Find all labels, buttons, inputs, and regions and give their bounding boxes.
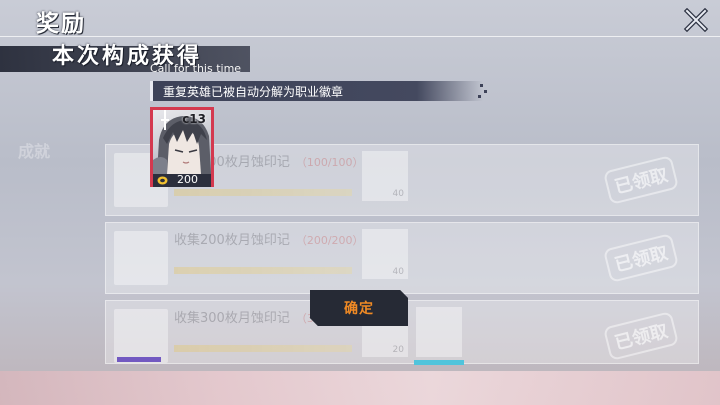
close-button[interactable]: [683, 7, 709, 33]
sword-icon: [161, 110, 169, 130]
notice-text: 重复英雄已被自动分解为职业徽章: [163, 85, 344, 99]
task-title: 收集200枚月蚀印记: [174, 233, 290, 248]
task-title: 收集300枚月蚀印记: [174, 311, 290, 326]
claimed-stamp: 已领取: [602, 155, 680, 205]
side-ghost-text: 成就: [18, 142, 51, 161]
page-title: 奖励: [36, 11, 86, 37]
pixel-decoration: [480, 84, 483, 87]
task-reward-count: 40: [392, 267, 404, 277]
accent-bar: [414, 360, 464, 365]
close-icon: [683, 7, 709, 33]
reward-panel: 重复英雄已被自动分解为职业徽章 c13 200: [142, 78, 487, 196]
reward-count: 200: [177, 173, 198, 186]
task-progress-bar: [174, 345, 352, 352]
hero-portrait: c13: [153, 110, 211, 174]
task-thumbnail: [114, 231, 168, 285]
page-subtitle-en: Call for this time: [150, 62, 242, 75]
notice-bar: 重复英雄已被自动分解为职业徽章: [150, 81, 483, 101]
confirm-button[interactable]: 确定: [310, 290, 408, 326]
hero-level-badge: c13: [182, 112, 206, 126]
reward-hero-card[interactable]: c13 200: [150, 107, 214, 187]
task-progress-bar: [174, 267, 352, 274]
claimed-stamp: 已领取: [602, 311, 680, 361]
coin-icon: [157, 176, 168, 185]
pixel-decoration: [484, 90, 487, 93]
pixel-decoration: [478, 95, 481, 98]
accent-bar: [117, 357, 161, 362]
bottom-decoration: [0, 371, 720, 405]
task-reward-item: [416, 307, 462, 357]
claimed-stamp: 已领取: [602, 233, 680, 283]
header-divider: [0, 36, 720, 37]
task-thumbnail: [114, 309, 168, 363]
confirm-label: 确定: [344, 301, 374, 317]
list-item: 收集200枚月蚀印记 （200/200） 40 已领取: [105, 222, 699, 294]
card-footer: 200: [153, 173, 211, 187]
task-reward-count: 20: [392, 345, 404, 355]
task-reward-item: 40: [362, 229, 408, 279]
task-count: （200/200）: [295, 234, 364, 247]
